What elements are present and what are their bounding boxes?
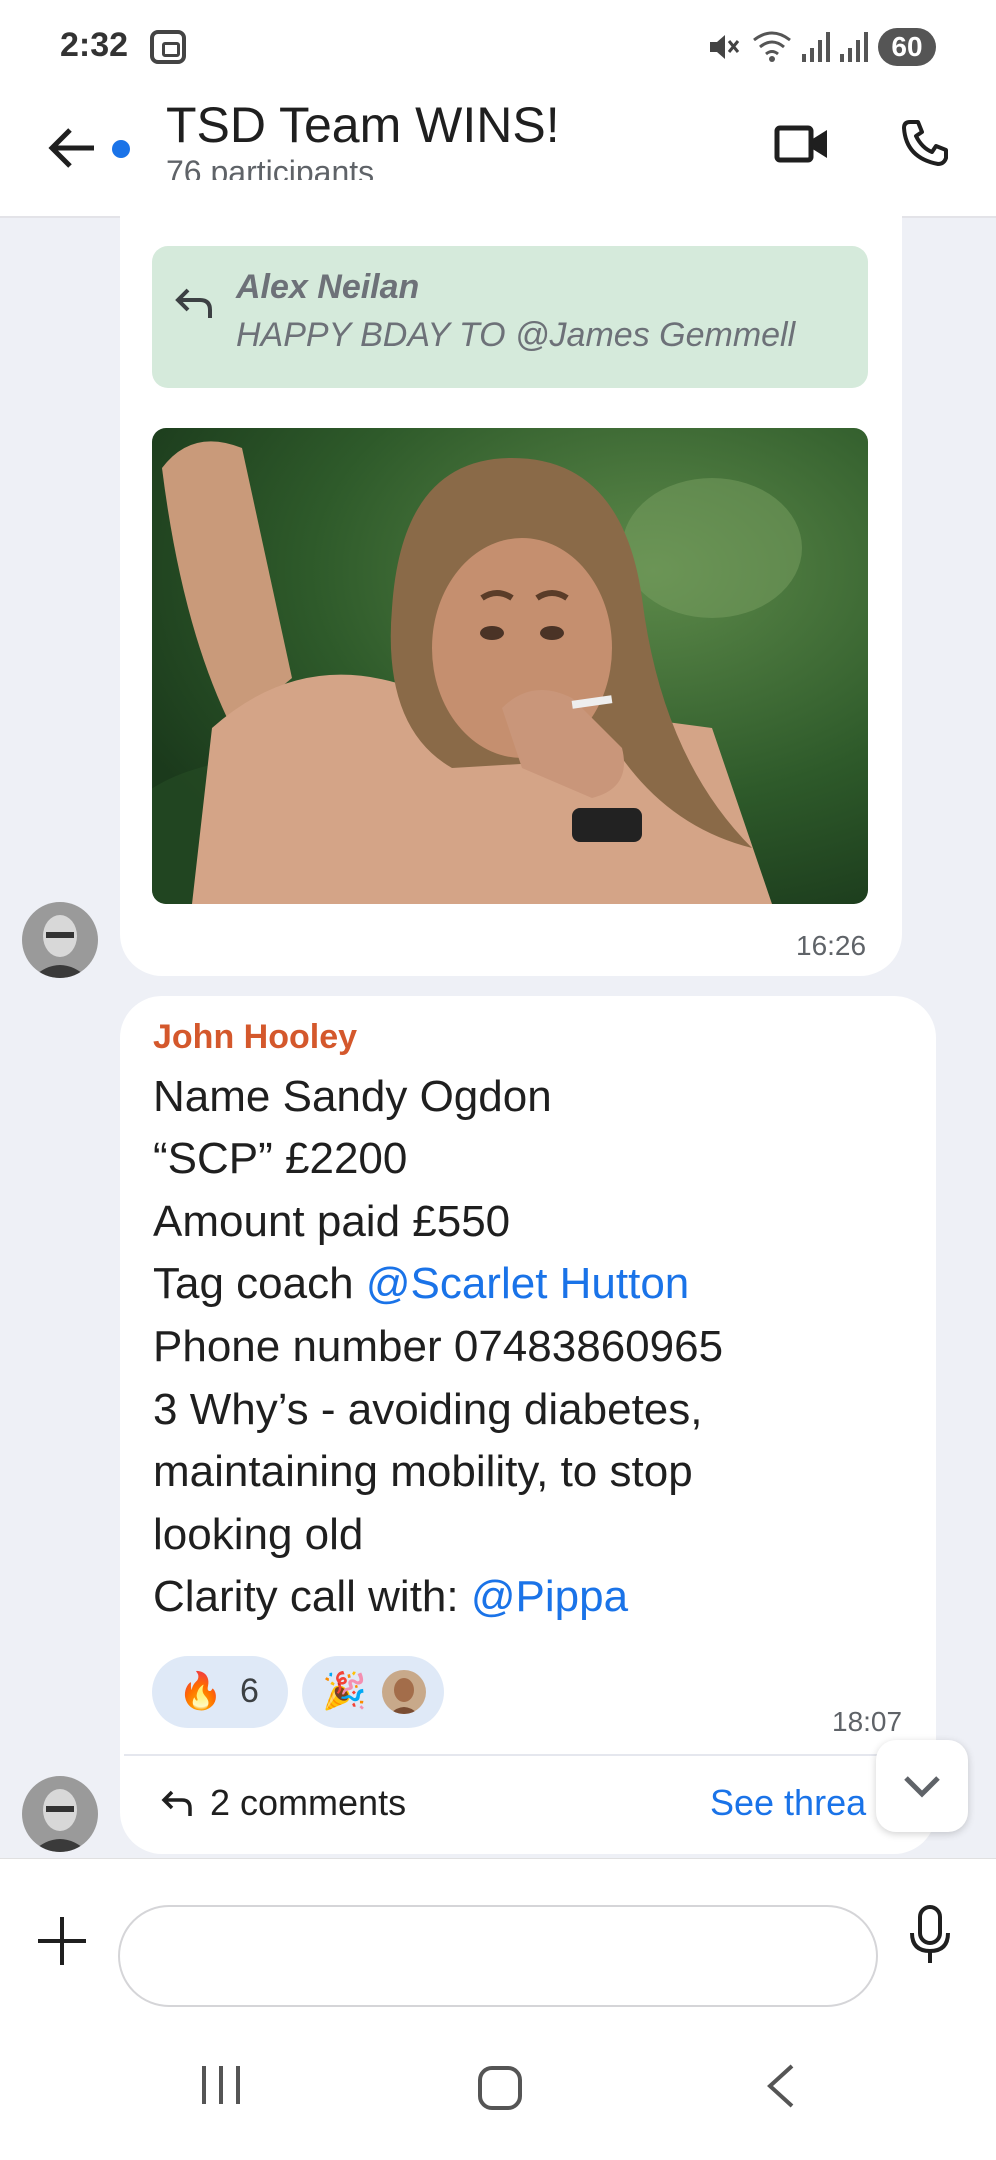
message-input[interactable]	[118, 1905, 878, 2007]
message-text: Tag coach	[153, 1259, 366, 1308]
reactor-avatar	[382, 1670, 426, 1714]
mention-link[interactable]: @Pippa	[471, 1572, 628, 1621]
message-line: Tag coach @Scarlet Hutton	[153, 1259, 689, 1309]
system-nav-bar	[0, 2020, 996, 2160]
home-icon[interactable]	[478, 2066, 522, 2110]
wifi-icon	[753, 31, 791, 62]
message-line: 3 Why’s - avoiding diabetes,	[153, 1385, 703, 1434]
signal-icon	[802, 32, 830, 62]
microphone-icon[interactable]	[906, 1903, 954, 1967]
fire-emoji: 🔥	[178, 1670, 223, 1711]
reply-quote[interactable]: Alex Neilan HAPPY BDAY TO @James Gemmell	[152, 246, 868, 388]
recents-icon[interactable]	[198, 2064, 244, 2106]
divider	[124, 1754, 934, 1756]
phone-call-icon[interactable]	[900, 118, 950, 168]
message-line: looking old	[153, 1510, 364, 1559]
reply-icon	[175, 288, 212, 318]
message-time: 16:26	[796, 930, 867, 961]
message-line: Amount paid £550	[153, 1197, 511, 1246]
reaction-chip[interactable]: 🎉	[302, 1656, 444, 1728]
group-title[interactable]: TSD Team WINS!	[166, 96, 560, 154]
reply-author: Alex Neilan	[236, 268, 420, 306]
back-arrow-icon[interactable]	[44, 120, 100, 176]
avatar[interactable]	[22, 1776, 98, 1852]
reply-icon	[161, 1790, 192, 1816]
message-line: Name Sandy Ogdon	[153, 1072, 552, 1121]
nav-back-icon[interactable]	[762, 2062, 798, 2110]
status-bar: 2:32 60	[0, 0, 996, 96]
reaction-chip[interactable]: 🔥 6	[152, 1656, 288, 1728]
message-time: 18:07	[832, 1706, 903, 1737]
party-emoji: 🎉	[322, 1670, 367, 1711]
avatar[interactable]	[22, 902, 98, 978]
status-time: 2:32	[60, 26, 129, 64]
message-line: Phone number 07483860965	[153, 1322, 724, 1371]
mute-icon	[710, 35, 740, 59]
composer	[0, 1858, 996, 2020]
mention-link[interactable]: @Scarlet Hutton	[366, 1259, 689, 1308]
reaction-count: 6	[240, 1672, 259, 1710]
chevron-down-icon	[904, 1776, 940, 1798]
reply-text: HAPPY BDAY TO @James Gemmell	[236, 316, 796, 354]
battery-indicator: 60	[878, 28, 936, 66]
gif-image[interactable]	[152, 428, 868, 904]
see-thread-link[interactable]: See threa	[710, 1782, 866, 1824]
message-line: Clarity call with: @Pippa	[153, 1572, 628, 1622]
comments-count[interactable]: 2 comments	[210, 1782, 406, 1824]
message-line: “SCP” £2200	[153, 1134, 408, 1183]
signal-icon-2	[840, 32, 868, 62]
sender-name[interactable]: John Hooley	[153, 1018, 357, 1057]
scroll-to-bottom-button[interactable]	[876, 1740, 968, 1832]
video-call-icon[interactable]	[774, 120, 830, 168]
plus-icon[interactable]	[36, 1915, 88, 1967]
message-line: maintaining mobility, to stop	[153, 1447, 693, 1496]
unread-dot	[112, 140, 130, 158]
screenshot-icon	[150, 30, 186, 64]
message-text: Clarity call with:	[153, 1572, 471, 1621]
